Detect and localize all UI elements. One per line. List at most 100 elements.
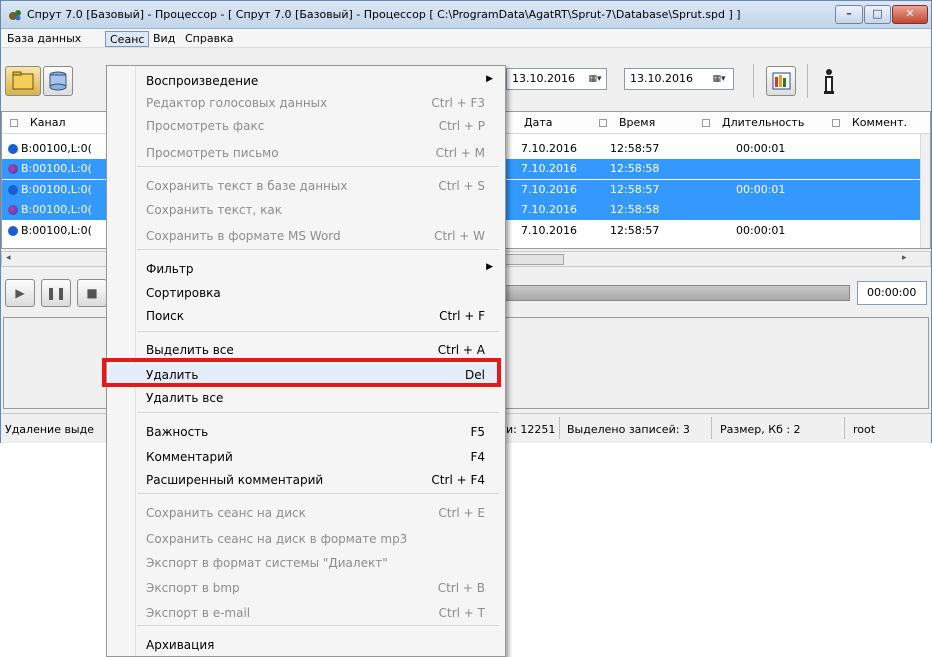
menu-database[interactable]: База данных (3, 31, 85, 47)
pause-button[interactable]: ❚❚ (41, 279, 71, 307)
menu-item-save-text-db[interactable]: Сохранить текст в базе данных Ctrl + S (109, 175, 503, 197)
menu-separator (137, 412, 499, 413)
open-database-button[interactable] (5, 66, 41, 96)
menu-item-export-bmp[interactable]: Экспорт в bmp Ctrl + B (109, 577, 503, 599)
menu-separator (137, 331, 499, 332)
scroll-left-icon[interactable]: ◂ (6, 253, 11, 263)
info-icon (824, 69, 834, 94)
menu-item-label: Просмотреть факс (146, 119, 265, 133)
menu-item-view-letter[interactable]: Просмотреть письмо Ctrl + M (109, 142, 503, 164)
cell-channel: B:00100,L:0( (21, 203, 92, 216)
column-channel[interactable]: Канал (10, 116, 66, 129)
minimize-button[interactable]: – (835, 5, 863, 24)
date-to-value: 13.10.2016 (630, 72, 693, 85)
column-time[interactable]: Время (599, 116, 655, 129)
cell-time: 12:58:57 (610, 142, 660, 155)
status-selected: Выделено записей: 3 (567, 423, 690, 436)
column-comment[interactable]: Коммент. (832, 116, 907, 129)
session-status-icon (8, 185, 18, 195)
menu-item-shortcut: Ctrl + F (439, 309, 485, 323)
date-from-value: 13.10.2016 (512, 72, 575, 85)
menu-item-importance[interactable]: Важность F5 (109, 421, 503, 443)
cell-channel: B:00100,L:0( (21, 224, 92, 237)
menu-bar: База данных Сеанс Вид Справка (1, 29, 931, 48)
menu-item-shortcut: F4 (470, 450, 485, 464)
cell-date: 7.10.2016 (521, 183, 577, 196)
menu-item-save-text-as[interactable]: Сохранить текст, как (109, 199, 503, 221)
menu-item-shortcut: Ctrl + W (434, 229, 485, 243)
database-button[interactable] (43, 66, 73, 96)
menu-item-shortcut: Ctrl + P (438, 119, 485, 133)
menu-item-filter[interactable]: Фильтр ▶ (109, 258, 503, 280)
menu-separator (137, 249, 499, 250)
cell-time: 12:58:58 (610, 162, 660, 175)
menu-item-archive[interactable]: Архивация (109, 634, 503, 656)
menu-item-label: Экспорт в bmp (146, 581, 240, 595)
calendar-dropdown-icon[interactable]: ▦▾ (709, 71, 729, 87)
cell-duration: 00:00:01 (736, 183, 786, 196)
menu-item-shortcut: Ctrl + S (438, 179, 485, 193)
submenu-arrow-icon: ▶ (486, 74, 493, 84)
menu-item-label: Редактор голосовых данных (146, 96, 328, 110)
menu-item-search[interactable]: Поиск Ctrl + F (109, 305, 503, 327)
menu-session[interactable]: Сеанс (105, 31, 150, 47)
stop-icon: ■ (86, 286, 98, 300)
date-to-field[interactable]: 13.10.2016 ▦▾ (624, 68, 734, 90)
menu-item-view-fax[interactable]: Просмотреть факс Ctrl + P (109, 115, 503, 137)
menu-item-label: Выделить все (146, 343, 234, 357)
menu-item-label: Важность (146, 425, 209, 439)
playback-progress[interactable] (504, 285, 850, 301)
status-divider (559, 417, 560, 439)
menu-item-label: Сохранить сеанс на диск в формате mp3 (146, 532, 408, 546)
status-records: и: 12251 (506, 423, 556, 436)
window-title: Спрут 7.0 [Базовый] - Процессор - [ Спру… (27, 8, 741, 21)
menu-item-export-dialect[interactable]: Экспорт в формат системы "Диалект" (109, 552, 503, 574)
menu-item-export-email[interactable]: Экспорт в e-mail Ctrl + T (109, 602, 503, 624)
menu-item-label: Экспорт в e-mail (146, 606, 251, 620)
menu-help[interactable]: Справка (181, 31, 237, 47)
column-date[interactable]: Дата (524, 116, 552, 129)
menu-item-label: Сохранить сеанс на диск (146, 506, 306, 520)
cell-date: 7.10.2016 (521, 162, 577, 175)
close-button[interactable]: ✕ (892, 5, 928, 24)
menu-separator (137, 166, 499, 167)
cell-channel: B:00100,L:0( (21, 162, 92, 175)
scroll-thumb[interactable] (500, 254, 564, 265)
status-divider (844, 417, 845, 439)
session-status-icon (8, 144, 18, 154)
minimize-icon: – (846, 7, 852, 20)
play-button[interactable]: ▶ (5, 279, 35, 307)
vertical-scrollbar[interactable] (920, 134, 930, 248)
stop-button[interactable]: ■ (77, 279, 107, 307)
menu-item-shortcut: Ctrl + E (438, 506, 485, 520)
menu-view[interactable]: Вид (149, 31, 179, 47)
menu-item-save-session[interactable]: Сохранить сеанс на диск Ctrl + E (109, 502, 503, 524)
cell-date: 7.10.2016 (521, 142, 577, 155)
cell-duration: 00:00:01 (736, 142, 786, 155)
info-button[interactable] (821, 68, 837, 96)
menu-item-label: Расширенный комментарий (146, 473, 324, 487)
menu-item-save-word[interactable]: Сохранить в формате MS Word Ctrl + W (109, 225, 503, 247)
scroll-right-icon[interactable]: ▸ (902, 253, 907, 263)
menu-item-label: Экспорт в формат системы "Диалект" (146, 556, 388, 570)
cell-duration: 00:00:01 (736, 224, 786, 237)
menu-item-delete-all[interactable]: Удалить все (109, 387, 503, 409)
menu-item-label: Комментарий (146, 450, 233, 464)
toolbar-divider (807, 64, 808, 98)
menu-item-comment[interactable]: Комментарий F4 (109, 446, 503, 468)
calendar-dropdown-icon[interactable]: ▦▾ (585, 71, 605, 87)
maximize-button[interactable]: □ (864, 5, 891, 24)
menu-item-save-mp3[interactable]: Сохранить сеанс на диск в формате mp3 (109, 528, 503, 550)
menu-item-playback[interactable]: Воспроизведение ▶ (109, 70, 503, 92)
menu-item-voice-editor[interactable]: Редактор голосовых данных Ctrl + F3 (109, 92, 503, 114)
toolbar-divider (753, 64, 754, 98)
menu-item-extended-comment[interactable]: Расширенный комментарий Ctrl + F4 (109, 469, 503, 491)
status-divider (711, 417, 712, 439)
menu-item-shortcut: Ctrl + F4 (431, 473, 485, 487)
column-duration[interactable]: Длительность (702, 116, 804, 129)
date-from-field[interactable]: 13.10.2016 ▦▾ (506, 68, 607, 90)
menu-item-label: Сохранить текст в базе данных (146, 179, 348, 193)
report-button[interactable] (766, 66, 796, 96)
menu-item-shortcut: Ctrl + T (438, 606, 485, 620)
menu-item-sort[interactable]: Сортировка (109, 282, 503, 304)
